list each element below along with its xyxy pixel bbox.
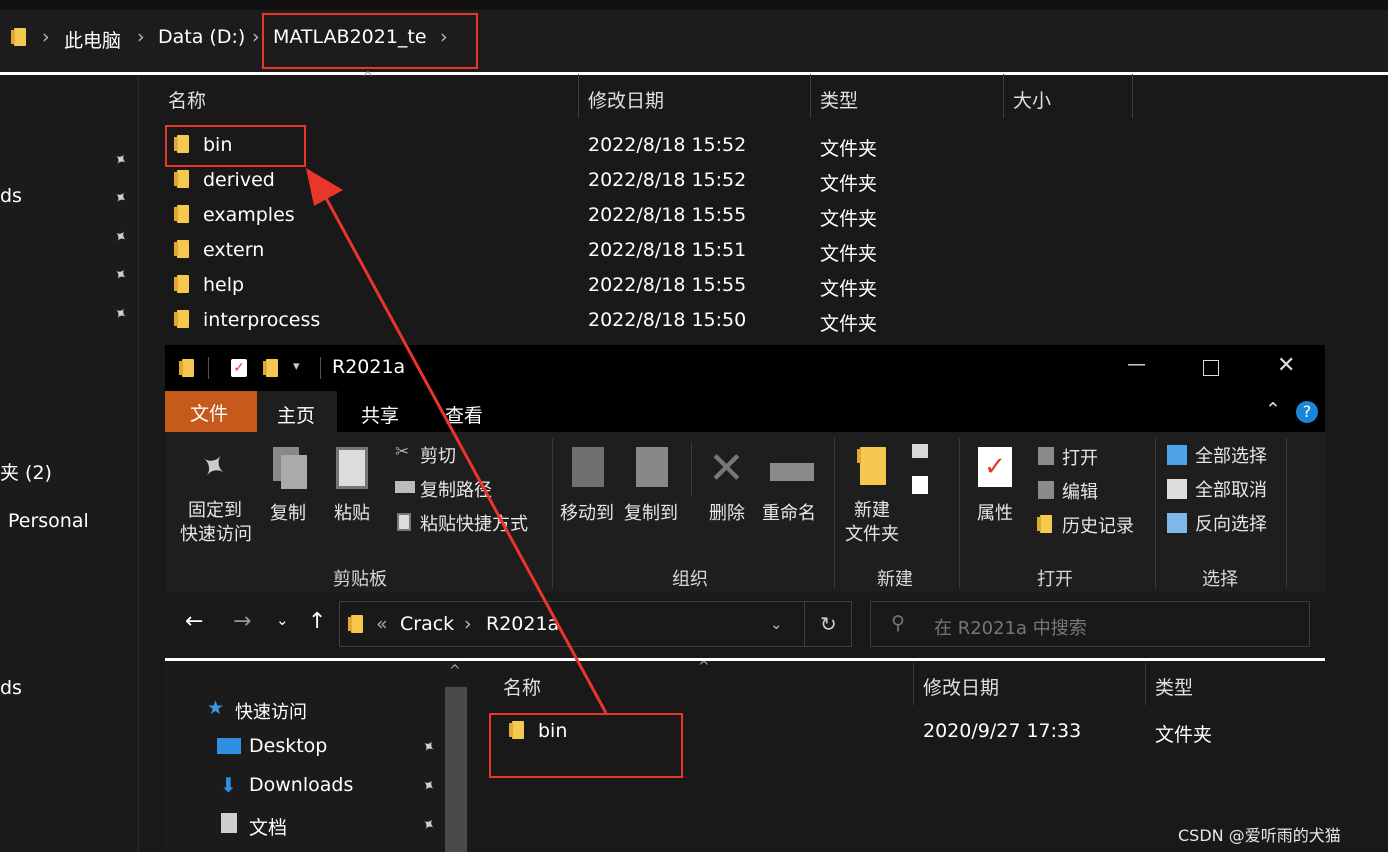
arrow-shaft [324, 197, 608, 714]
watermark: CSDN @爱听雨的犬猫 [1178, 826, 1341, 845]
annotation-arrow [306, 168, 608, 714]
arrow-head [306, 168, 343, 206]
